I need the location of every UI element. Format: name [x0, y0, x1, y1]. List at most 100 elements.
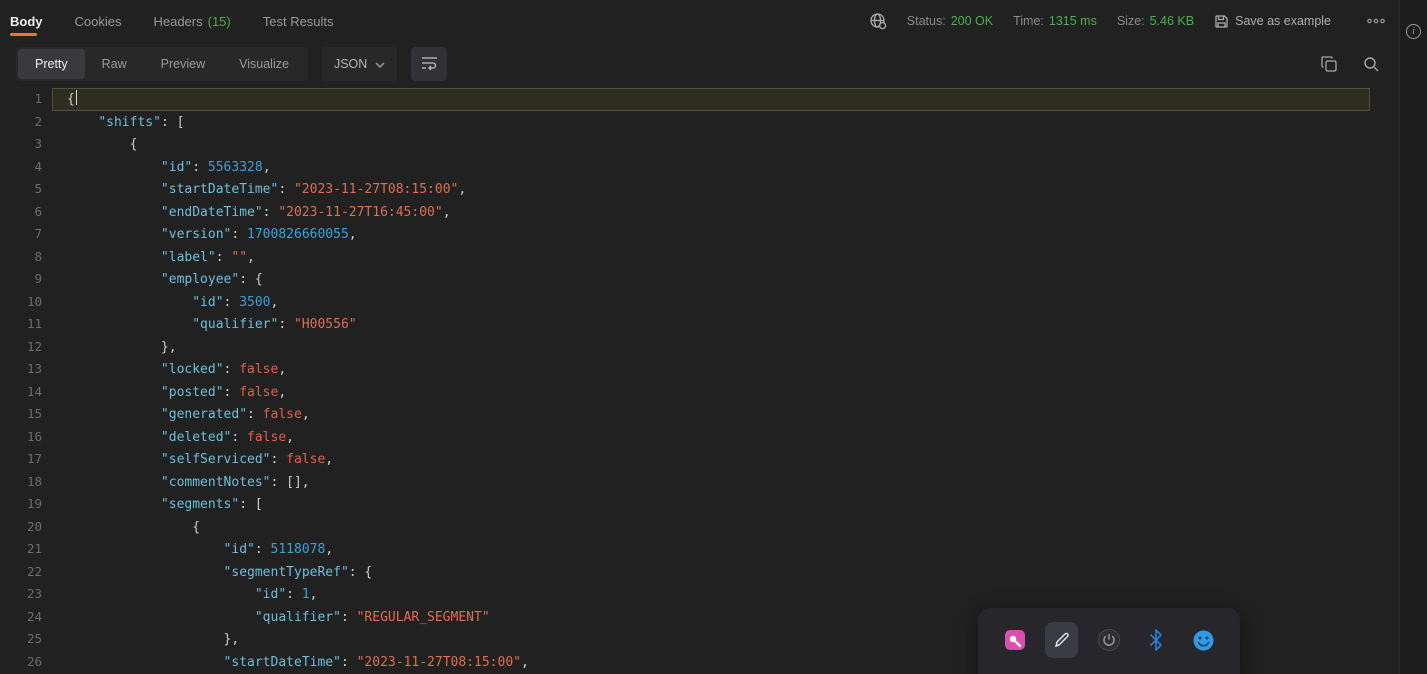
- tab-test-results[interactable]: Test Results: [263, 0, 334, 42]
- code-text: "startDateTime": "2023-11-27T08:15:00",: [160, 182, 467, 197]
- code-line[interactable]: 6 "endDateTime": "2023-11-27T16:45:00",: [0, 201, 1370, 224]
- power-icon[interactable]: [1092, 622, 1125, 658]
- line-number: 8: [34, 248, 42, 264]
- line-number: 20: [26, 518, 42, 534]
- mode-raw-button[interactable]: Raw: [85, 49, 144, 79]
- line-number: 4: [34, 158, 42, 174]
- response-meta: Status: 200 OK Time: 1315 ms Size: 5.46 …: [869, 12, 1385, 30]
- mode-visualize-button[interactable]: Visualize: [222, 49, 306, 79]
- code-line[interactable]: 22 "segmentTypeRef": {: [0, 561, 1370, 584]
- code-line[interactable]: 3 {: [0, 133, 1370, 156]
- line-number: 17: [26, 451, 42, 466]
- wrap-lines-button[interactable]: [411, 47, 448, 81]
- search-icon[interactable]: [1363, 56, 1379, 72]
- code-line[interactable]: 2 "shifts": [: [0, 111, 1370, 134]
- code-line[interactable]: 10 "id": 3500,: [0, 291, 1370, 314]
- code-line[interactable]: 16 "deleted": false,: [0, 426, 1370, 449]
- code-line[interactable]: 4 "id": 5563328,: [0, 156, 1370, 179]
- code-text: "generated": false,: [160, 407, 310, 422]
- code-line[interactable]: 17 "selfServiced": false,: [0, 448, 1370, 471]
- line-number: 2: [34, 113, 42, 129]
- tab-headers[interactable]: Headers (15): [153, 0, 230, 42]
- status-indicator: Status: 200 OK: [907, 14, 993, 28]
- smiley-icon[interactable]: [1187, 622, 1220, 658]
- code-line[interactable]: 13 "locked": false,: [0, 358, 1370, 381]
- tab-body-label: Body: [10, 13, 43, 29]
- line-number: 21: [26, 541, 42, 556]
- tab-headers-label: Headers: [153, 13, 203, 29]
- response-body-editor[interactable]: 1{2 "shifts": [3 {4 "id": 5563328, 5 "sta…: [0, 88, 1399, 674]
- code-line[interactable]: 1{: [0, 88, 1370, 111]
- chevron-down-icon: [375, 57, 385, 71]
- tab-cookies-label: Cookies: [74, 13, 122, 29]
- line-number: 5: [34, 181, 42, 196]
- tab-cookies[interactable]: Cookies: [75, 0, 122, 42]
- line-number: 1: [34, 91, 42, 106]
- code-text: "id": 3500,: [192, 294, 279, 310]
- code-line[interactable]: 21 "id": 5118078,: [0, 538, 1370, 561]
- line-number: 10: [26, 293, 42, 309]
- response-tabs: Body Cookies Headers (15) Test Results: [10, 0, 334, 42]
- headers-count-badge: (15): [207, 13, 231, 29]
- magenta-app-icon[interactable]: [998, 622, 1031, 658]
- tab-test-results-label: Test Results: [262, 13, 334, 29]
- code-line[interactable]: 15 "generated": false,: [0, 403, 1370, 426]
- code-line[interactable]: 23 "id": 1,: [0, 583, 1370, 606]
- line-number: 3: [34, 136, 42, 151]
- code-text: "version": 1700826660055,: [160, 227, 357, 242]
- time-label: Time:: [1013, 14, 1044, 28]
- code-text: {: [67, 137, 138, 152]
- code-text: "segments": [: [160, 497, 263, 512]
- line-number: 23: [26, 586, 42, 601]
- code-text: "selfServiced": false,: [160, 452, 334, 467]
- line-number: 24: [26, 608, 42, 624]
- code-text: "qualifier": "H00556": [192, 317, 357, 332]
- save-as-example-label: Save as example: [1235, 14, 1331, 28]
- code-line[interactable]: 20 {: [0, 516, 1370, 539]
- view-mode-group: Pretty Raw Preview Visualize: [16, 47, 308, 81]
- code-text: "id": 5118078,: [223, 542, 334, 557]
- line-number: 12: [26, 338, 42, 354]
- line-number: 7: [34, 226, 42, 241]
- mode-pretty-button[interactable]: Pretty: [18, 49, 85, 79]
- line-number: 11: [26, 316, 42, 331]
- line-number: 18: [26, 473, 42, 489]
- copy-icon[interactable]: [1321, 56, 1337, 72]
- mode-preview-button[interactable]: Preview: [144, 49, 222, 79]
- line-number: 16: [26, 428, 42, 444]
- info-icon[interactable]: i: [1406, 24, 1421, 39]
- line-number: 25: [26, 631, 42, 646]
- code-text: "locked": false,: [160, 362, 287, 377]
- line-number: 15: [26, 406, 42, 421]
- code-line[interactable]: 19 "segments": [: [0, 493, 1370, 516]
- bluetooth-icon[interactable]: [1140, 622, 1173, 658]
- size-indicator: Size: 5.46 KB: [1117, 14, 1194, 28]
- save-as-example-button[interactable]: Save as example: [1214, 14, 1331, 29]
- language-select-value: JSON: [333, 57, 368, 71]
- code-line[interactable]: 9 "employee": {: [0, 268, 1370, 291]
- code-line[interactable]: 18 "commentNotes": [],: [0, 471, 1370, 494]
- text-cursor: [75, 90, 78, 105]
- code-line[interactable]: 12 },: [0, 336, 1370, 359]
- save-icon: [1214, 14, 1229, 29]
- status-value: 200 OK: [950, 14, 994, 28]
- size-label: Size:: [1116, 14, 1145, 28]
- code-text: {: [52, 88, 1370, 111]
- network-globe-icon[interactable]: [869, 12, 887, 30]
- line-number: 13: [26, 361, 42, 376]
- response-tabs-bar: Body Cookies Headers (15) Test Results S…: [0, 0, 1399, 42]
- line-number: 14: [26, 383, 42, 399]
- right-rail: i: [1399, 0, 1427, 674]
- code-line[interactable]: 11 "qualifier": "H00556": [0, 313, 1370, 336]
- more-options-icon[interactable]: [1367, 18, 1385, 24]
- annotation-dock: [978, 608, 1240, 674]
- code-line[interactable]: 14 "posted": false,: [0, 381, 1370, 404]
- code-line[interactable]: 7 "version": 1700826660055,: [0, 223, 1370, 246]
- code-text: },: [67, 339, 177, 355]
- code-line[interactable]: 8 "label": "",: [0, 246, 1370, 269]
- pen-tool-icon[interactable]: [1045, 622, 1079, 658]
- language-select[interactable]: JSON: [321, 47, 398, 81]
- code-text: "deleted": false,: [160, 429, 294, 445]
- tab-body[interactable]: Body: [10, 0, 43, 42]
- code-line[interactable]: 5 "startDateTime": "2023-11-27T08:15:00"…: [0, 178, 1370, 201]
